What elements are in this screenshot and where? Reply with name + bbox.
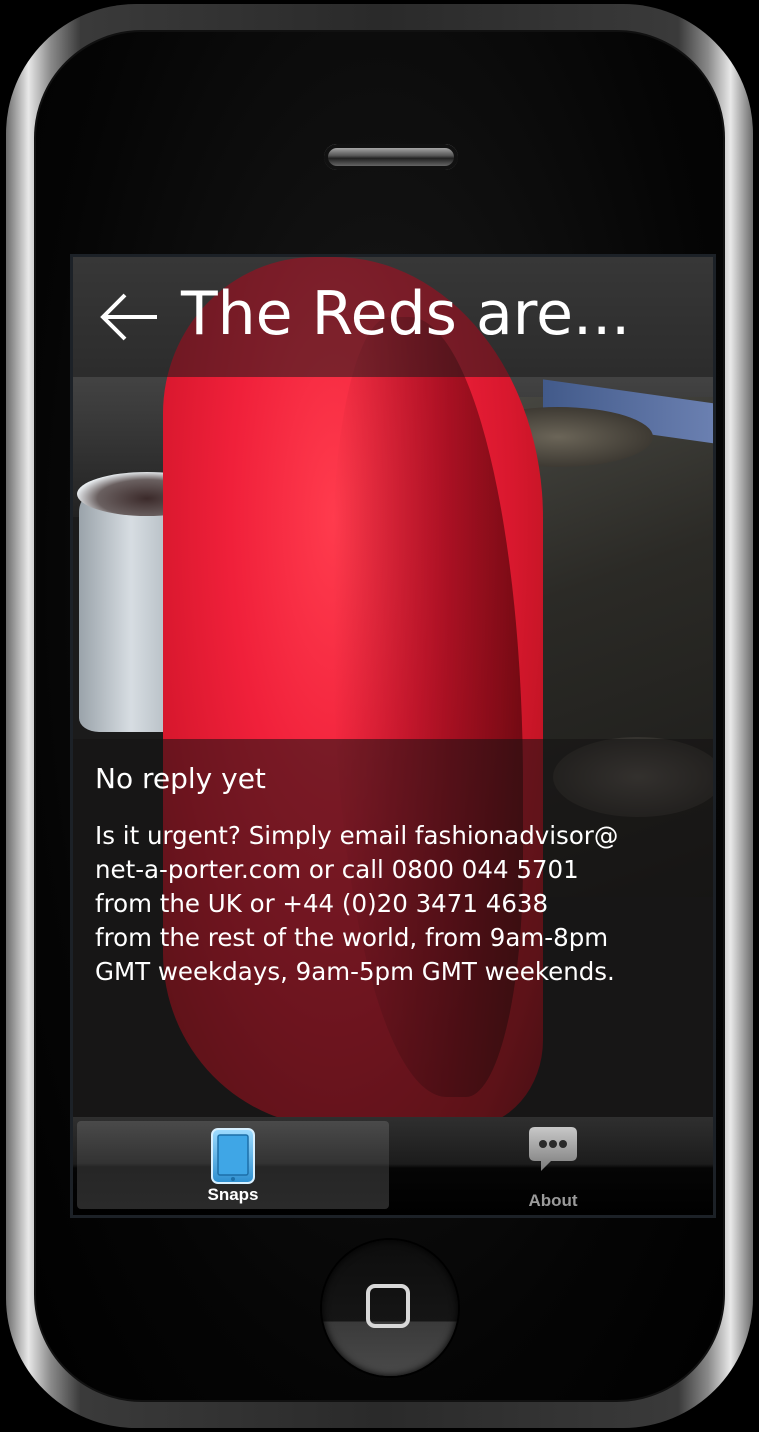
home-button[interactable] [322,1240,458,1376]
tab-label: Snaps [207,1185,259,1204]
tab-snaps[interactable]: Snaps [77,1121,389,1209]
reply-info-panel: No reply yet Is it urgent? Simply email … [73,739,713,1117]
contact-info-text: Is it urgent? Simply email fashionadviso… [95,821,619,986]
app-screen: The Reds are... No reply yet Is it urgen… [70,254,716,1218]
page-title: The Reds are... [181,279,631,349]
home-square-icon [366,1284,410,1328]
back-arrow-icon[interactable] [97,285,161,349]
earpiece-speaker [324,144,458,170]
title-bar: The Reds are... [73,257,713,377]
tablet-icon [210,1127,256,1189]
tab-label: About [528,1191,578,1210]
tab-bar: Snaps About [73,1117,713,1215]
speech-bubble-icon [527,1123,579,1179]
reply-status: No reply yet [95,762,266,795]
iphone-device-frame: The Reds are... No reply yet Is it urgen… [6,4,753,1428]
tab-about[interactable]: About [393,1117,713,1215]
